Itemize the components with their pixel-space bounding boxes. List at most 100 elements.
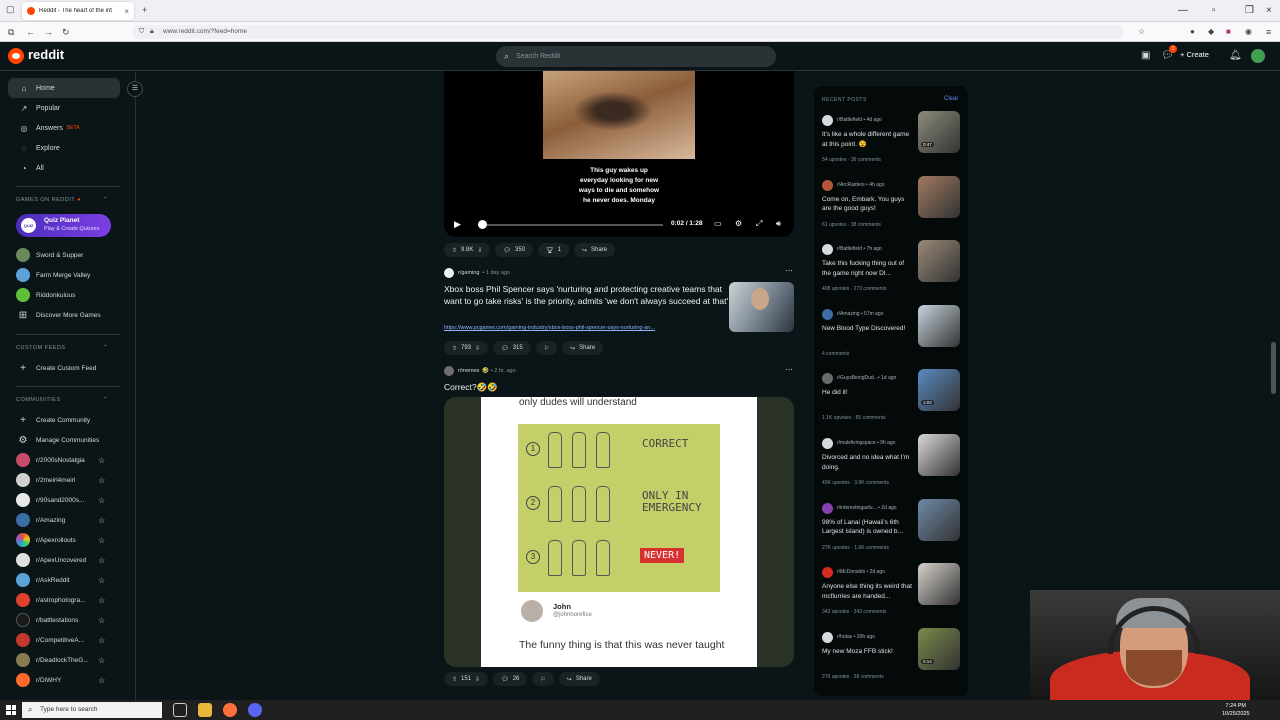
recent-post-title[interactable]: 98% of Lanai (Hawaii's 6th Largest islan… bbox=[822, 518, 914, 537]
recent-post-title[interactable]: New Blood Type Discovered! bbox=[822, 324, 914, 334]
addon-icon[interactable]: ■ bbox=[1226, 22, 1231, 42]
article-link[interactable]: https://www.pcgamer.com/gaming-industry/… bbox=[444, 325, 726, 331]
game-item[interactable]: ⊞ Discover More Games bbox=[16, 306, 120, 324]
community-item[interactable]: r/astrophotogra... ☆ bbox=[16, 591, 120, 609]
recent-post-title[interactable]: My new Moza FFB stick! bbox=[822, 647, 914, 657]
user-avatar[interactable] bbox=[1251, 49, 1265, 63]
recent-post-title[interactable]: Come on, Embark. You guys are the good g… bbox=[822, 195, 914, 214]
recent-post-item[interactable]: r/Amazing • 57m ago New Blood Type Discov… bbox=[822, 304, 962, 369]
star-icon[interactable]: ☆ bbox=[98, 676, 105, 685]
recent-post-subreddit[interactable]: r/McDonalds • 2d ago bbox=[837, 569, 919, 575]
sidebar-item-all[interactable]: ◔ All bbox=[8, 158, 120, 178]
restore-icon[interactable]: ❐ bbox=[1245, 0, 1254, 22]
downvote-icon[interactable]: ⇩ bbox=[477, 247, 482, 254]
captions-icon[interactable]: ▭ bbox=[714, 219, 722, 228]
star-icon[interactable]: ☆ bbox=[98, 456, 105, 465]
recent-post-thumbnail[interactable] bbox=[918, 175, 960, 218]
recent-post-item[interactable]: r/GuysBeingDud...• 1d ago He did it! 1.1K … bbox=[822, 369, 962, 433]
games-heading[interactable]: GAMES ON REDDIT ● bbox=[16, 197, 81, 203]
meme-image[interactable]: only dudes will understand 1 CORRECT 2 O… bbox=[444, 397, 794, 667]
minimize-icon[interactable]: — bbox=[1178, 0, 1188, 22]
recent-post-title[interactable]: Divorced and no idea what I'm doing. bbox=[822, 453, 914, 472]
extension-icon[interactable]: ● bbox=[1190, 22, 1195, 42]
share-button[interactable]: ↪ Share bbox=[562, 341, 604, 355]
clear-button[interactable]: Clear bbox=[944, 96, 958, 102]
close-tab-icon[interactable]: × bbox=[124, 7, 129, 16]
star-icon[interactable]: ☆ bbox=[98, 536, 105, 545]
address-bar[interactable]: ⛉ 🔒︎ www.reddit.com/?feed=home bbox=[133, 25, 1123, 39]
forward-icon[interactable]: → bbox=[44, 22, 53, 42]
comments-button[interactable]: 💬︎ 350 bbox=[495, 243, 534, 257]
star-icon[interactable]: ☆ bbox=[98, 516, 105, 525]
chevron-up-icon[interactable]: ⌃ bbox=[103, 396, 108, 403]
advertise-icon[interactable]: ▣ bbox=[1141, 50, 1150, 61]
community-item[interactable]: r/ApexUncovered ☆ bbox=[16, 551, 120, 569]
sidebar-item-answers[interactable]: ◎ Answers BETA bbox=[8, 118, 120, 138]
share-button[interactable]: ↪ Share bbox=[558, 672, 600, 686]
recent-post-item[interactable]: r/hotas • 20h ago My new Moza FFB stick! 2… bbox=[822, 627, 962, 692]
browser-tab[interactable]: Reddit - The heart of the int × bbox=[22, 2, 134, 20]
recent-post-item[interactable]: r/McDonalds • 2d ago Anyone else thing it… bbox=[822, 563, 962, 627]
star-icon[interactable]: ☆ bbox=[98, 476, 105, 485]
chevron-up-icon[interactable]: ⌃ bbox=[103, 344, 108, 351]
upvote-icon[interactable]: ⇧ bbox=[452, 247, 457, 254]
shield-extension-icon[interactable]: ◆ bbox=[1208, 22, 1214, 42]
recent-post-item[interactable]: r/Battlefield • 7h ago Take this fucking … bbox=[822, 240, 962, 304]
manage-communities[interactable]: ⚙ Manage Communities bbox=[16, 431, 120, 449]
custom-feeds-heading[interactable]: CUSTOM FEEDS bbox=[16, 345, 66, 351]
search-input[interactable]: ⌕ Search Reddit bbox=[496, 46, 776, 67]
recent-post-thumbnail[interactable] bbox=[918, 304, 960, 347]
reddit-logo-icon[interactable] bbox=[8, 48, 24, 64]
star-icon[interactable]: ☆ bbox=[98, 636, 105, 645]
sidebar-item-explore[interactable]: ◌ Explore bbox=[8, 138, 120, 158]
taskbar-search[interactable]: ⌕ Type here to search bbox=[22, 702, 162, 718]
community-item[interactable]: r/CompetitiveA... ☆ bbox=[16, 631, 120, 649]
menu-icon[interactable]: ≡ bbox=[1266, 22, 1271, 42]
more-options-icon[interactable]: ⋯ bbox=[785, 365, 793, 374]
recent-post-title[interactable]: Anyone else thing its weird that mcflurr… bbox=[822, 582, 914, 601]
video-progress-track[interactable] bbox=[478, 224, 663, 226]
recent-post-title[interactable]: Take this fucking thing out of the game … bbox=[822, 259, 914, 278]
scrollbar[interactable] bbox=[1271, 342, 1276, 394]
game-item[interactable]: Sword & Supper bbox=[16, 246, 120, 264]
sidebar-item-popular[interactable]: ↗ Popular bbox=[8, 98, 120, 118]
file-explorer-icon[interactable] bbox=[198, 703, 212, 717]
notification-bell-icon[interactable]: 🔔︎ bbox=[1229, 50, 1242, 61]
collapse-sidebar-button[interactable]: ☰ bbox=[127, 81, 143, 97]
star-icon[interactable]: ☆ bbox=[98, 556, 105, 565]
upvote-icon[interactable]: ⇧ bbox=[452, 345, 457, 352]
downvote-icon[interactable]: ⇩ bbox=[475, 676, 480, 683]
close-window-icon[interactable]: × bbox=[1266, 0, 1272, 22]
community-item[interactable]: r/DeadlockTheG... ☆ bbox=[16, 651, 120, 669]
award-button[interactable]: ⚐ bbox=[535, 341, 558, 355]
fullscreen-icon[interactable]: ⤢ bbox=[756, 219, 762, 229]
community-item[interactable]: r/2meirl4meirl ☆ bbox=[16, 471, 120, 489]
create-community[interactable]: + Create Community bbox=[16, 411, 120, 429]
new-tab-icon[interactable]: + bbox=[142, 0, 147, 20]
system-clock[interactable]: 7:24 PM 10/25/2025 bbox=[1222, 702, 1250, 718]
settings-gear-icon[interactable]: ⚙ bbox=[735, 219, 742, 228]
star-icon[interactable]: ☆ bbox=[98, 616, 105, 625]
star-icon[interactable]: ☆ bbox=[98, 656, 105, 665]
back-icon[interactable]: ← bbox=[26, 22, 35, 42]
video-player[interactable]: This guy wakes up everyday looking for n… bbox=[444, 71, 794, 237]
community-item[interactable]: r/Amazing ☆ bbox=[16, 511, 120, 529]
community-item[interactable]: r/2000sNostalgia ☆ bbox=[16, 451, 120, 469]
profile-icon[interactable]: ◉ bbox=[1245, 22, 1252, 42]
discord-icon[interactable] bbox=[248, 703, 262, 717]
star-bookmark-icon[interactable]: ☆ bbox=[1138, 22, 1145, 42]
recent-post-item[interactable]: r/interestingasfu... • 2d ago 98% of Lana… bbox=[822, 498, 962, 563]
recent-post-item[interactable]: r/ArcRaiders • 4h ago Come on, Embark. Yo… bbox=[822, 175, 962, 240]
communities-heading[interactable]: COMMUNITIES bbox=[16, 397, 61, 403]
community-item[interactable]: r/AskReddit ☆ bbox=[16, 571, 120, 589]
recent-post-item[interactable]: r/malelivingspace • 9h ago Divorced and n… bbox=[822, 434, 962, 498]
play-icon[interactable]: ▶ bbox=[454, 219, 461, 230]
post-title[interactable]: Correct?🤣🤣 bbox=[444, 381, 498, 393]
award-button[interactable]: 🏆︎ 1 bbox=[538, 243, 570, 257]
windows-start-icon[interactable] bbox=[6, 705, 16, 715]
comments-button[interactable]: 💬︎ 315 bbox=[493, 341, 531, 355]
subreddit-link[interactable]: r/gaming bbox=[458, 270, 479, 276]
upvote-icon[interactable]: ⇧ bbox=[452, 676, 457, 683]
game-item[interactable]: Farm Merge Valley bbox=[16, 266, 120, 284]
reader-icon[interactable]: ⧉ bbox=[8, 22, 14, 42]
